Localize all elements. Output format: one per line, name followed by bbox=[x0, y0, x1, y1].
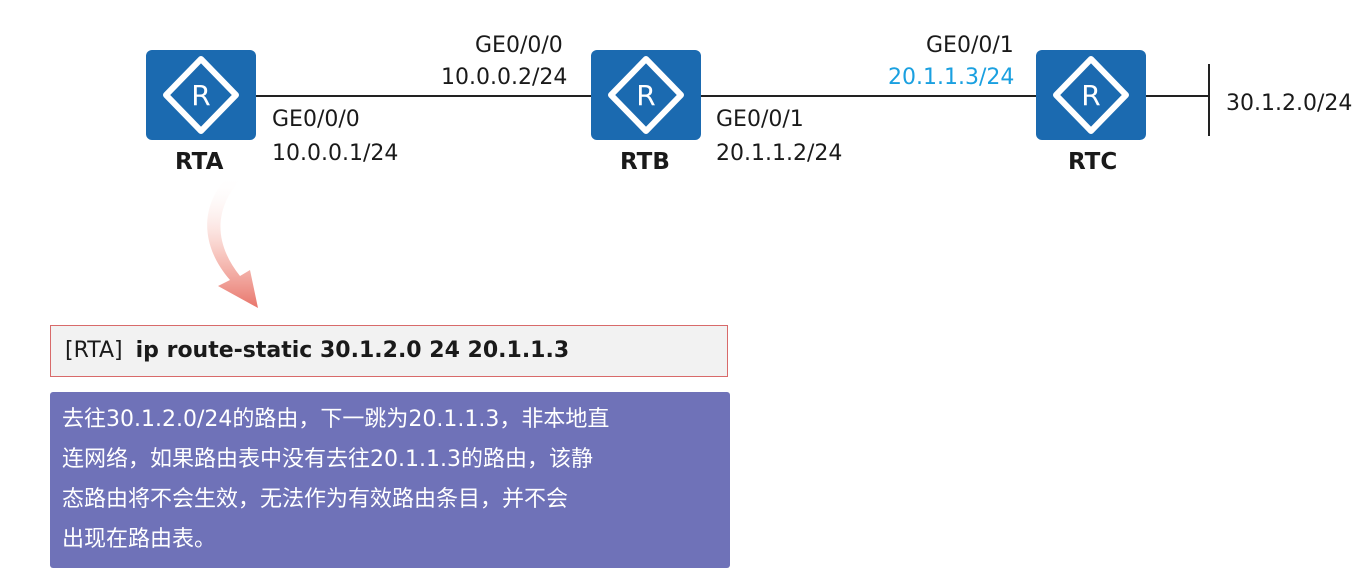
router-rtc[interactable]: R bbox=[1036, 50, 1146, 140]
router-icon: R bbox=[1053, 56, 1129, 134]
link-rtc-network bbox=[1146, 95, 1210, 97]
link-rtb-rtc bbox=[701, 95, 1036, 97]
network-label: 30.1.2.0/24 bbox=[1226, 91, 1353, 116]
svg-text:R: R bbox=[1081, 79, 1100, 112]
command-prompt: [RTA] bbox=[65, 338, 123, 363]
rtb-right-ip-label: 20.1.1.2/24 bbox=[716, 141, 843, 166]
curved-arrow bbox=[207, 176, 258, 308]
router-rtb[interactable]: R bbox=[591, 50, 701, 140]
router-icon: R bbox=[163, 56, 239, 134]
network-segment-line bbox=[1208, 64, 1210, 136]
router-name-rtc: RTC bbox=[1068, 149, 1118, 175]
router-rta[interactable]: R bbox=[146, 50, 256, 140]
explanation-note: 去往30.1.2.0/24的路由，下一跳为20.1.1.3，非本地直 连网络，如… bbox=[50, 392, 730, 568]
command-text: ip route-static 30.1.2.0 24 20.1.1.3 bbox=[135, 338, 570, 363]
router-icon: R bbox=[608, 56, 684, 134]
rtc-interface-label: GE0/0/1 bbox=[926, 33, 1014, 58]
rtb-right-interface-label: GE0/0/1 bbox=[716, 107, 804, 132]
rtb-left-interface-label: GE0/0/0 bbox=[475, 33, 563, 58]
rta-ip-label: 10.0.0.1/24 bbox=[272, 141, 399, 166]
svg-text:R: R bbox=[191, 79, 210, 112]
rtc-ip-label: 20.1.1.3/24 bbox=[888, 65, 1015, 90]
command-box: [RTA] ip route-static 30.1.2.0 24 20.1.1… bbox=[50, 325, 728, 377]
svg-text:R: R bbox=[636, 79, 655, 112]
link-rta-rtb bbox=[255, 95, 591, 97]
router-name-rtb: RTB bbox=[620, 149, 670, 175]
rta-interface-label: GE0/0/0 bbox=[272, 107, 360, 132]
rtb-left-ip-label: 10.0.0.2/24 bbox=[441, 65, 568, 90]
